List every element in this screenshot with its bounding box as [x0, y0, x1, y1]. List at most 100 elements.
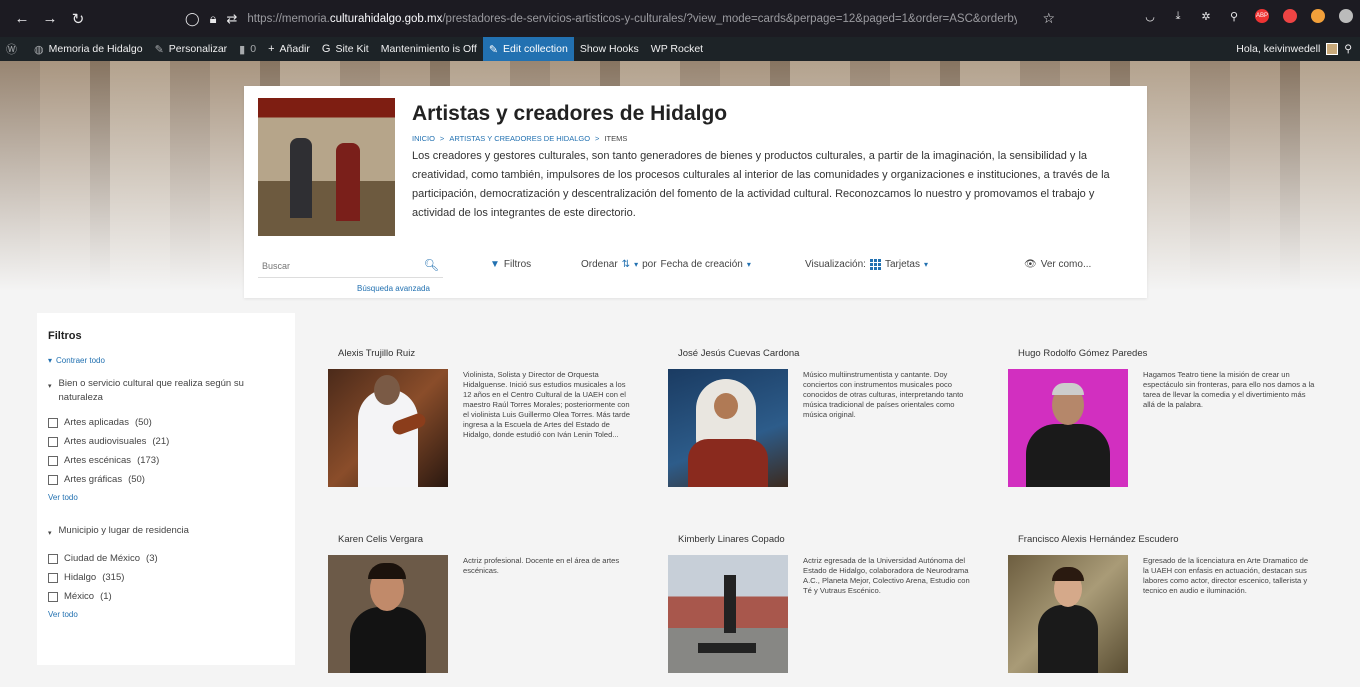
download-icon[interactable]: ⤓ [1171, 9, 1185, 23]
filter-option[interactable]: Artes aplicadas (50) [48, 413, 284, 432]
item-card[interactable]: Alexis Trujillo Ruiz Violinista, Solista… [328, 348, 658, 487]
collection-header: Artistas y creadores de Hidalgo INICIO >… [244, 86, 1147, 298]
breadcrumb-collection[interactable]: ARTISTAS Y CREADORES DE HIDALGO [449, 134, 590, 143]
filter-option[interactable]: Artes escénicas (173) [48, 451, 284, 470]
customize-link[interactable]: ✎ Personalizar [149, 37, 234, 61]
view-mode-control[interactable]: Visualización: Tarjetas ▾ [805, 259, 928, 270]
facet-title[interactable]: ▾ Municipio y lugar de residencia [48, 524, 284, 541]
item-card[interactable]: Francisco Alexis Hernández Escudero Egre… [1008, 534, 1338, 673]
wp-logo-icon[interactable]: Ⓦ [0, 37, 28, 61]
reload-icon[interactable]: ↻ [66, 7, 90, 31]
wp-admin-bar: Ⓦ ◍ Memoria de Hidalgo ✎ Personalizar ▮ 0 +… [0, 37, 1360, 61]
collapse-all-link[interactable]: ▾ Contraer todo [48, 356, 284, 365]
filters-button[interactable]: ▼ Filtros [490, 259, 531, 270]
order-field-select[interactable]: Fecha de creación [661, 259, 743, 270]
item-thumbnail[interactable] [668, 555, 788, 673]
back-icon[interactable]: ← [10, 7, 34, 31]
lock-icon[interactable]: 🔒︎ [210, 11, 217, 27]
filter-option[interactable]: Artes audiovisuales (21) [48, 432, 284, 451]
view-mode-select[interactable]: Tarjetas [885, 259, 920, 270]
item-thumbnail[interactable] [668, 369, 788, 487]
item-description: Actriz egresada de la Universidad Autóno… [803, 556, 970, 595]
item-title[interactable]: José Jesús Cuevas Cardona [678, 348, 998, 359]
item-card[interactable]: Kimberly Linares Copado Actriz egresada … [668, 534, 998, 673]
item-title[interactable]: Alexis Trujillo Ruiz [338, 348, 658, 359]
pencil-icon: ✎ [488, 43, 499, 56]
funnel-icon: ▼ [490, 259, 500, 270]
site-kit-link[interactable]: G Site Kit [316, 37, 375, 61]
item-thumbnail[interactable] [1008, 369, 1128, 487]
item-title[interactable]: Francisco Alexis Hernández Escudero [1018, 534, 1338, 545]
add-new-link[interactable]: + Añadir [262, 37, 316, 61]
facet-title[interactable]: ▾ Bien o servicio cultural que realiza s… [48, 377, 284, 405]
caret-down-icon: ▾ [48, 530, 52, 537]
item-card[interactable]: José Jesús Cuevas Cardona Músico multiin… [668, 348, 998, 487]
maintenance-link[interactable]: Mantenimiento is Off [375, 37, 483, 61]
puzzle-icon[interactable]: ⚲ [1227, 9, 1241, 23]
filters-panel: Filtros ▾ Contraer todo ▾ Bien o servici… [37, 313, 295, 665]
caret-down-icon: ▾ [48, 356, 53, 365]
profile-icon[interactable] [1311, 9, 1325, 23]
account-icon[interactable] [1339, 9, 1353, 23]
item-description: Violinista, Solista y Director de Orques… [463, 370, 630, 439]
item-card[interactable]: Hugo Rodolfo Gómez Paredes Hagamos Teatr… [1008, 348, 1338, 487]
item-description: Músico multiinstrumentista y cantante. D… [803, 370, 964, 419]
filter-option[interactable]: Hidalgo (315) [48, 568, 284, 587]
bookmark-star-icon[interactable]: ☆ [1042, 10, 1055, 27]
item-thumbnail[interactable] [328, 555, 448, 673]
account-greeting[interactable]: Hola, keivinwedell [1236, 43, 1320, 55]
avatar[interactable] [1326, 43, 1339, 55]
order-control[interactable]: Ordenar ⇅ ▾ por Fecha de creación ▾ [581, 259, 751, 270]
advanced-search-link[interactable]: Búsqueda avanzada [357, 284, 430, 293]
checkbox[interactable] [48, 455, 58, 466]
comments-link[interactable]: ▮ 0 [233, 37, 262, 61]
adblock-icon[interactable]: ABP [1255, 9, 1269, 23]
view-as-button[interactable]: 👁︎ Ver como... [1024, 259, 1091, 270]
address-bar[interactable]: ◯ 🔒︎ ⇄ https://memoria.culturahidalgo.go… [185, 8, 1055, 30]
pocket-icon[interactable]: ◡ [1143, 9, 1157, 23]
browser-toolbar: ← → ↻ ◯ 🔒︎ ⇄ https://memoria.culturahida… [0, 0, 1360, 37]
forward-icon[interactable]: → [38, 7, 62, 31]
filter-option[interactable]: Ciudad de México (3) [48, 549, 284, 568]
breadcrumb-separator: > [439, 134, 445, 143]
checkbox[interactable] [48, 474, 58, 485]
wp-rocket-link[interactable]: WP Rocket [645, 37, 709, 61]
search-icon[interactable]: 🔍︎ [424, 258, 439, 272]
caret-down-icon: ▾ [48, 383, 52, 390]
item-title[interactable]: Kimberly Linares Copado [678, 534, 998, 545]
edit-collection-link[interactable]: ✎ Edit collection [482, 37, 574, 61]
see-all-link[interactable]: Ver todo [48, 493, 284, 502]
chevron-down-icon: ▾ [746, 260, 751, 269]
filter-option[interactable]: México (1) [48, 587, 284, 606]
items-toolbar: 🔍︎ Búsqueda avanzada ▼ Filtros Ordenar ⇅… [258, 254, 1138, 293]
shield-icon[interactable]: ◯ [185, 11, 200, 27]
checkbox[interactable] [48, 436, 58, 447]
item-description: Actriz profesional. Docente en el área d… [463, 556, 620, 575]
checkbox[interactable] [48, 572, 58, 583]
site-name-link[interactable]: ◍ Memoria de Hidalgo [28, 37, 149, 61]
item-thumbnail[interactable] [1008, 555, 1128, 673]
item-card[interactable]: Karen Celis Vergara Actriz profesional. … [328, 534, 658, 673]
extension-icon[interactable]: ✲ [1199, 9, 1213, 23]
admin-search-icon[interactable]: ⚲ [1344, 43, 1352, 55]
permissions-icon[interactable]: ⇄ [226, 11, 237, 27]
show-hooks-link[interactable]: Show Hooks [574, 37, 645, 61]
grid-icon [869, 259, 881, 270]
chevron-down-icon: ▾ [634, 260, 639, 269]
checkbox[interactable] [48, 591, 58, 602]
plus-icon: + [268, 43, 275, 55]
item-title[interactable]: Hugo Rodolfo Gómez Paredes [1018, 348, 1338, 359]
checkbox[interactable] [48, 553, 58, 564]
item-thumbnail[interactable] [328, 369, 448, 487]
item-description: Egresado de la licenciatura en Arte Dram… [1143, 556, 1309, 595]
search-input[interactable] [262, 260, 412, 271]
extension-red-icon[interactable] [1283, 9, 1297, 23]
item-title[interactable]: Karen Celis Vergara [338, 534, 658, 545]
see-all-link[interactable]: Ver todo [48, 610, 284, 619]
checkbox[interactable] [48, 417, 58, 428]
breadcrumb-home[interactable]: INICIO [412, 134, 435, 143]
filter-option[interactable]: Artes gráficas (50) [48, 470, 284, 489]
sort-icon: ⇅ [621, 259, 631, 270]
collection-thumbnail [258, 98, 395, 236]
url-text[interactable]: https://memoria.culturahidalgo.gob.mx/pr… [247, 13, 1017, 25]
